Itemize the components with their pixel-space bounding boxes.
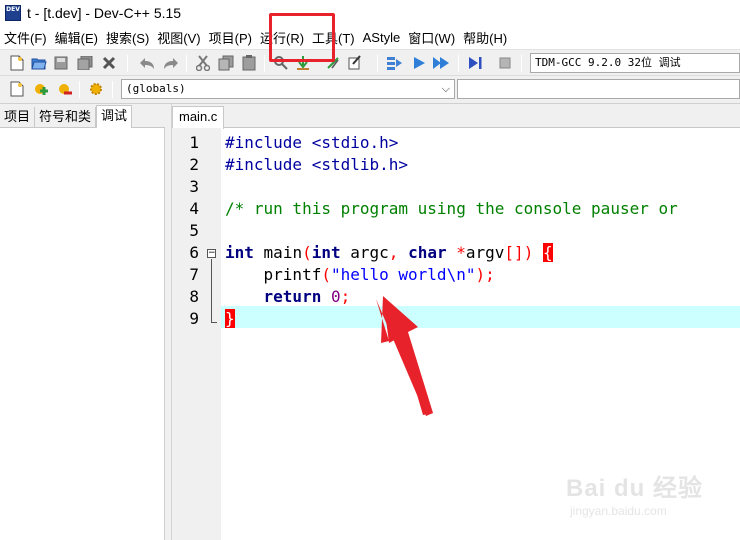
close-icon[interactable] bbox=[100, 54, 118, 72]
left-panel-tabs: 项目 符号和类 调试 bbox=[0, 104, 165, 128]
line-number: 4 bbox=[189, 199, 199, 218]
remove-file-icon[interactable] bbox=[56, 80, 74, 98]
line-number: 1 bbox=[189, 133, 199, 152]
baidu-watermark: Bai du 经验 jingyan.baidu.com bbox=[566, 462, 736, 522]
code-line-1: #include <stdio.h> bbox=[225, 133, 399, 152]
watermark-brand: Bai du 经验 bbox=[566, 475, 704, 502]
title-bar: DEV t - [t.dev] - Dev-C++ 5.15 bbox=[0, 0, 740, 26]
fold-toggle-icon[interactable]: − bbox=[207, 249, 216, 258]
tab-main-c[interactable]: main.c bbox=[172, 106, 225, 129]
project-options-icon[interactable] bbox=[87, 80, 105, 98]
line-number: 2 bbox=[189, 155, 199, 174]
watermark-url: jingyan.baidu.com bbox=[570, 504, 667, 518]
panel-splitter[interactable] bbox=[165, 104, 172, 540]
scope-select[interactable]: (globals) ⌵ bbox=[121, 79, 455, 99]
new-file-icon[interactable] bbox=[8, 54, 26, 72]
paste-icon[interactable] bbox=[240, 54, 258, 72]
file-tabs: main.c bbox=[172, 104, 740, 129]
compile-run-icon[interactable] bbox=[432, 54, 450, 72]
window-title: t - [t.dev] - Dev-C++ 5.15 bbox=[27, 5, 182, 21]
run-icon[interactable] bbox=[410, 54, 428, 72]
menu-astyle[interactable]: AStyle bbox=[359, 30, 405, 45]
matched-brace-close: } bbox=[225, 309, 235, 328]
chevron-down-icon[interactable]: ⌵ bbox=[442, 80, 450, 98]
compile-icon[interactable] bbox=[386, 54, 404, 72]
line-number: 8 bbox=[189, 287, 199, 306]
line-number: 7 bbox=[189, 265, 199, 284]
line-gutter[interactable]: 1 2 3 4 5 6 7 8 9 − bbox=[172, 128, 221, 540]
menu-view[interactable]: 视图(V) bbox=[153, 28, 204, 47]
code-line-8: return 0; bbox=[263, 287, 351, 306]
menu-project[interactable]: 项目(P) bbox=[205, 28, 256, 47]
tab-project[interactable]: 项目 bbox=[0, 107, 36, 127]
debug-icon[interactable] bbox=[466, 54, 484, 72]
compiler-select[interactable]: TDM-GCC 9.2.0 32位 调试 bbox=[530, 53, 740, 73]
code-line-7: printf("hello world\n"); bbox=[263, 265, 495, 284]
menu-bar: 文件(F) 编辑(E) 搜索(S) 视图(V) 项目(P) 运行(R) 工具(T… bbox=[0, 26, 740, 48]
main-toolbar: TDM-GCC 9.2.0 32位 调试 bbox=[0, 49, 740, 76]
menu-file[interactable]: 文件(F) bbox=[0, 28, 51, 47]
run-menu-highlight-box bbox=[269, 13, 335, 62]
cut-icon[interactable] bbox=[194, 54, 212, 72]
code-line-2: #include <stdlib.h> bbox=[225, 155, 409, 174]
matched-brace-open: { bbox=[542, 243, 553, 262]
scope-select-value: (globals) bbox=[126, 82, 186, 95]
code-line-4: /* run this program using the console pa… bbox=[225, 199, 678, 218]
save-all-icon[interactable] bbox=[76, 54, 94, 72]
add-file-icon[interactable] bbox=[32, 80, 50, 98]
line-number: 3 bbox=[189, 177, 199, 196]
redo-icon[interactable] bbox=[162, 54, 180, 72]
undo-icon[interactable] bbox=[138, 54, 156, 72]
tab-debug[interactable]: 调试 bbox=[96, 105, 133, 128]
code-line-6: int main(int argc, char *argv[]) { bbox=[225, 243, 553, 262]
stop-icon[interactable] bbox=[496, 54, 514, 72]
bookmark-icon[interactable] bbox=[346, 54, 364, 72]
menu-window[interactable]: 窗口(W) bbox=[404, 28, 459, 47]
fold-line bbox=[211, 259, 212, 322]
line-number: 6 bbox=[189, 243, 199, 262]
save-icon[interactable] bbox=[52, 54, 70, 72]
menu-search[interactable]: 搜索(S) bbox=[102, 28, 153, 47]
line-number: 5 bbox=[189, 221, 199, 240]
tab-classes[interactable]: 符号和类 bbox=[35, 107, 97, 127]
menu-help[interactable]: 帮助(H) bbox=[459, 28, 511, 47]
copy-icon[interactable] bbox=[217, 54, 235, 72]
menu-edit[interactable]: 编辑(E) bbox=[51, 28, 102, 47]
function-select[interactable] bbox=[457, 79, 740, 99]
code-line-9: } bbox=[225, 308, 235, 330]
project-panel: 项目 符号和类 调试 bbox=[0, 104, 165, 540]
devcpp-app-icon[interactable]: DEV bbox=[5, 5, 21, 21]
fold-end bbox=[211, 322, 217, 323]
new-class-icon[interactable] bbox=[8, 80, 26, 98]
open-icon[interactable] bbox=[30, 54, 48, 72]
line-number: 9 bbox=[189, 309, 199, 328]
secondary-toolbar: (globals) ⌵ bbox=[0, 76, 740, 104]
compiler-select-value: TDM-GCC 9.2.0 32位 调试 bbox=[535, 56, 681, 69]
